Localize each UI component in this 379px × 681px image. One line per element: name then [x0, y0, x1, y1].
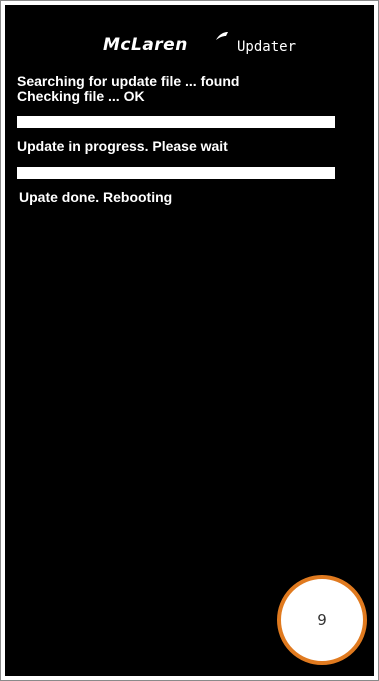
header: McLaren Updater: [5, 29, 374, 59]
mclaren-swoosh-icon: [216, 32, 228, 40]
check-progress-bar: [17, 116, 335, 128]
log-line-update: Update in progress. Please wait: [17, 138, 228, 154]
log-line-done: Upate done. Rebooting: [19, 189, 173, 205]
mclaren-logo: McLaren: [103, 35, 188, 55]
update-progress-fill: [17, 167, 335, 179]
step-number-badge: 9: [277, 575, 367, 665]
log-line-search: Searching for update file ... found: [17, 73, 240, 89]
updater-screen: McLaren Updater Searching for update fil…: [5, 5, 374, 676]
update-progress-bar: [17, 167, 335, 179]
device-frame: McLaren Updater Searching for update fil…: [0, 0, 379, 681]
app-title: Updater: [237, 39, 297, 55]
log-line-check: Checking file ... OK: [17, 88, 145, 104]
check-progress-fill: [17, 116, 335, 128]
